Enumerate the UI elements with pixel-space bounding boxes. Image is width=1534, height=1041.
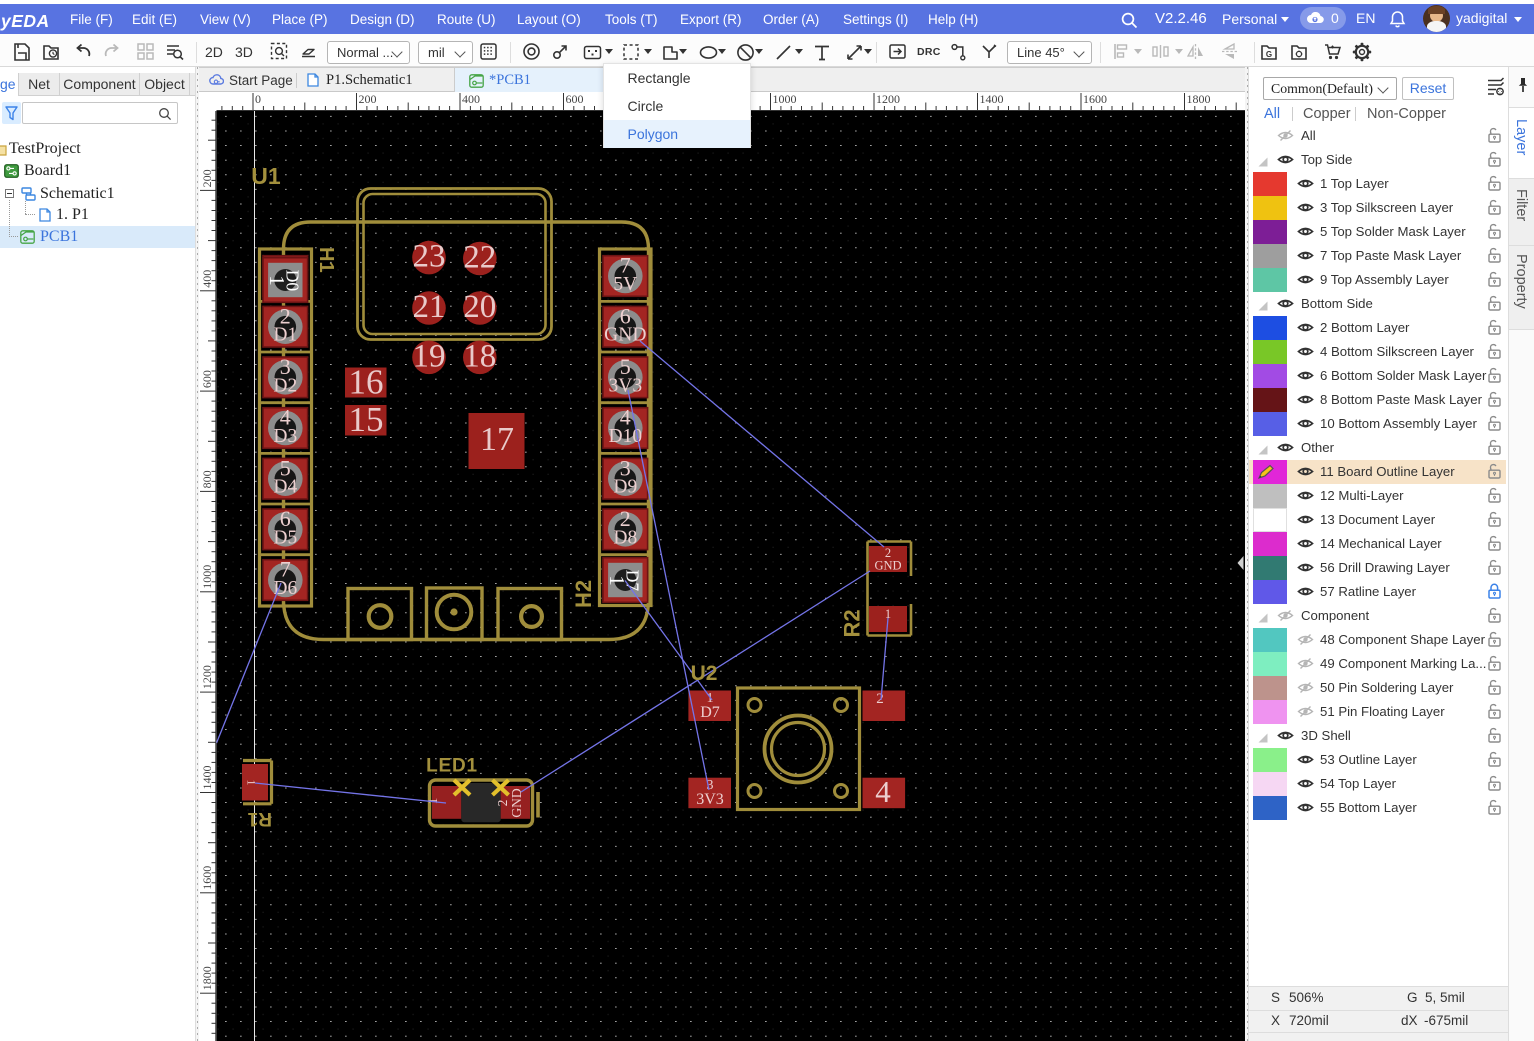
svg-text:2: 2 [495, 800, 510, 807]
svg-text:1200: 1200 [200, 665, 214, 689]
svg-text:1600: 1600 [200, 866, 214, 890]
svg-text:20: 20 [463, 289, 496, 325]
svg-text:D7: D7 [700, 704, 720, 721]
svg-text:21: 21 [413, 289, 446, 325]
svg-text:200: 200 [200, 169, 214, 187]
svg-text:GND: GND [874, 559, 901, 573]
svg-text:400: 400 [462, 92, 480, 106]
svg-text:3V3: 3V3 [696, 791, 724, 808]
svg-text:1800: 1800 [200, 966, 214, 990]
svg-text:23: 23 [413, 239, 446, 275]
svg-text:U2: U2 [691, 662, 718, 685]
svg-text:GND: GND [604, 325, 646, 346]
svg-text:1000: 1000 [200, 565, 214, 589]
svg-text:D9: D9 [613, 477, 637, 498]
svg-text:22: 22 [463, 240, 496, 276]
svg-text:R1: R1 [247, 808, 272, 829]
svg-text:R2: R2 [840, 609, 865, 637]
svg-text:LED1: LED1 [426, 756, 478, 777]
svg-text:600: 600 [566, 92, 584, 106]
svg-text:1800: 1800 [1187, 92, 1211, 106]
svg-text:200: 200 [359, 92, 377, 106]
svg-text:D2: D2 [273, 375, 297, 396]
svg-text:600: 600 [200, 370, 214, 388]
svg-text:18: 18 [463, 338, 496, 374]
svg-text:G: G [1266, 50, 1272, 59]
svg-text:D8: D8 [613, 527, 637, 548]
svg-text:5V: 5V [613, 274, 637, 295]
svg-text:4: 4 [875, 774, 891, 809]
svg-text:19: 19 [413, 338, 446, 374]
svg-text:D1: D1 [273, 325, 297, 346]
svg-text:0: 0 [255, 92, 261, 106]
svg-text:800: 800 [200, 470, 214, 488]
svg-text:H1: H1 [315, 247, 337, 273]
svg-text:400: 400 [200, 270, 214, 288]
svg-text:D5: D5 [273, 527, 297, 548]
svg-text:3V3: 3V3 [609, 375, 643, 396]
svg-text:1200: 1200 [876, 92, 900, 106]
svg-text:2: 2 [876, 691, 884, 707]
svg-text:1600: 1600 [1083, 92, 1107, 106]
svg-text:D0: D0 [282, 270, 302, 292]
svg-text:D6: D6 [273, 578, 297, 599]
svg-text:1400: 1400 [200, 766, 214, 790]
svg-text:D3: D3 [273, 426, 297, 447]
svg-text:H2: H2 [571, 580, 596, 608]
svg-text:U1: U1 [251, 163, 281, 189]
svg-text:16: 16 [349, 363, 384, 402]
svg-text:1000: 1000 [773, 92, 797, 106]
svg-text:15: 15 [349, 400, 384, 439]
svg-text:D4: D4 [273, 477, 297, 498]
svg-text:17: 17 [480, 421, 514, 458]
svg-text:GND: GND [509, 788, 524, 817]
svg-text:1400: 1400 [980, 92, 1004, 106]
